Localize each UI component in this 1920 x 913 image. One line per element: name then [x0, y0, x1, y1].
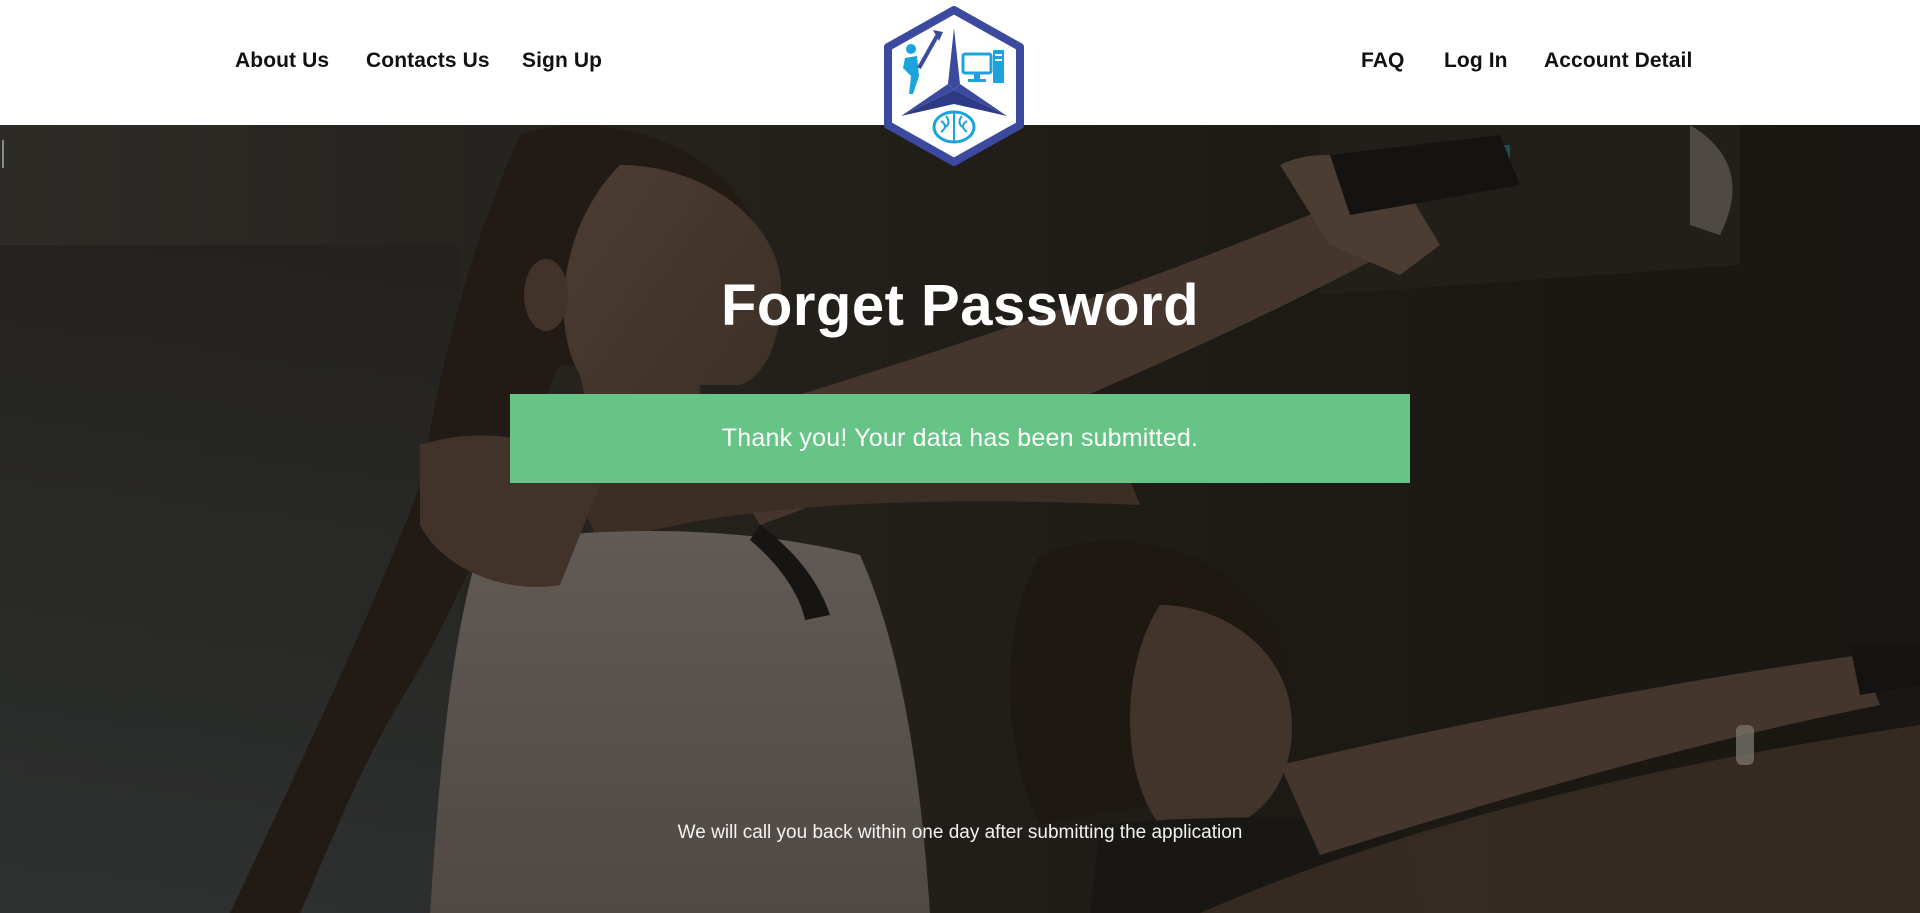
hero-section: Forget Password Thank you! Your data has… [0, 125, 1920, 913]
success-message: Thank you! Your data has been submitted. [721, 424, 1199, 452]
success-banner: Thank you! Your data has been submitted. [510, 394, 1410, 483]
nav-contacts-us[interactable]: Contacts Us [366, 49, 490, 73]
nav-log-in[interactable]: Log In [1444, 49, 1508, 73]
page-title: Forget Password [720, 273, 1200, 338]
callback-note: We will call you back within one day aft… [677, 822, 1243, 843]
edge-marker [2, 140, 4, 168]
hexagon-logo-icon[interactable] [883, 6, 1025, 166]
nav-faq[interactable]: FAQ [1361, 49, 1404, 73]
nav-about-us[interactable]: About Us [235, 49, 329, 73]
nav-account-detail[interactable]: Account Detail [1544, 49, 1692, 73]
nav-sign-up[interactable]: Sign Up [522, 49, 602, 73]
hero-dark-overlay [0, 125, 1920, 913]
page: About Us Contacts Us Sign Up FAQ Log In … [0, 0, 1920, 913]
